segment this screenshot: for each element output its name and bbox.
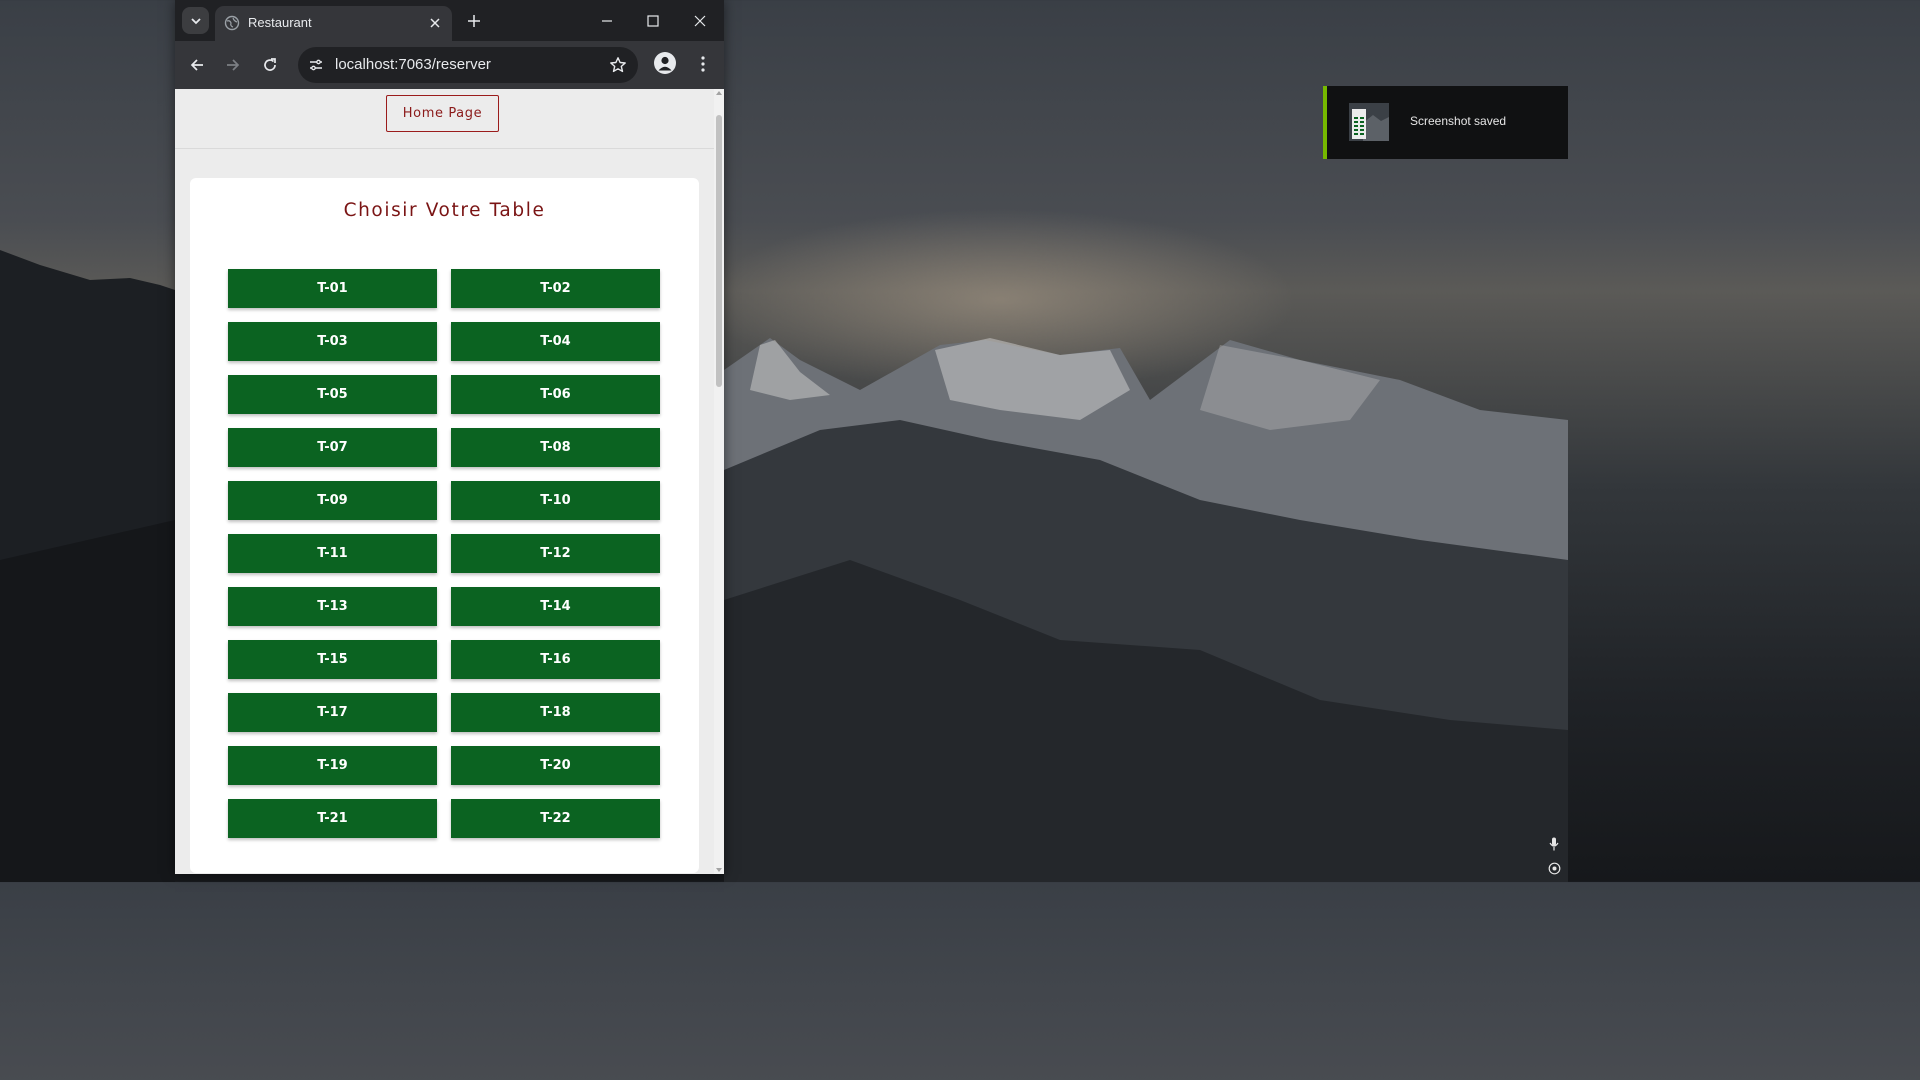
tab-search-button[interactable]	[182, 7, 209, 34]
tab-restaurant[interactable]: Restaurant	[215, 6, 452, 41]
table-button-t-16[interactable]: T-16	[451, 640, 660, 679]
home-page-button[interactable]: Home Page	[386, 95, 499, 132]
table-button-t-07[interactable]: T-07	[228, 428, 437, 467]
browser-window: Restaurant localhost:7063/reserver Home …	[175, 0, 724, 874]
scrollbar-thumb[interactable]	[716, 115, 722, 387]
reload-button[interactable]	[258, 53, 282, 77]
page-viewport: Home Page Choisir Votre Table T-01 T-02 T-…	[175, 89, 724, 874]
reload-icon	[264, 58, 276, 71]
table-grid: T-01 T-02 T-03 T-04 T-05 T-06 T-07 T-08 T-09 T-10…	[228, 269, 660, 838]
header-divider	[175, 148, 714, 149]
url-text: localhost:7063/reserver	[335, 56, 491, 73]
screenshot-notification[interactable]: Screenshot saved	[1323, 86, 1568, 159]
scroll-up-arrow-icon[interactable]	[716, 91, 722, 95]
back-button[interactable]	[185, 53, 209, 77]
bookmark-button[interactable]	[608, 55, 628, 75]
close-window-icon	[694, 15, 706, 27]
table-button-t-08[interactable]: T-08	[451, 428, 660, 467]
table-button-t-10[interactable]: T-10	[451, 481, 660, 520]
profile-icon	[658, 56, 672, 71]
table-button-t-11[interactable]: T-11	[228, 534, 437, 573]
table-button-t-13[interactable]: T-13	[228, 587, 437, 626]
close-icon	[430, 18, 440, 28]
page-scrollbar[interactable]	[714, 89, 724, 874]
table-selection-card: Choisir Votre Table T-01 T-02 T-03 T-04 T-05…	[190, 178, 699, 873]
notification-text: Screenshot saved	[1410, 114, 1507, 128]
table-button-t-18[interactable]: T-18	[451, 693, 660, 732]
close-tab-button[interactable]	[426, 14, 444, 32]
maximize-button[interactable]	[643, 11, 663, 31]
address-bar[interactable]: localhost:7063/reserver	[298, 47, 638, 83]
table-button-t-05[interactable]: T-05	[228, 375, 437, 414]
table-button-t-20[interactable]: T-20	[451, 746, 660, 785]
site-info-button[interactable]	[306, 55, 326, 75]
star-icon	[610, 57, 626, 73]
tab-title: Restaurant	[248, 15, 312, 30]
minimize-button[interactable]	[597, 11, 617, 31]
table-button-t-06[interactable]: T-06	[451, 375, 660, 414]
close-window-button[interactable]	[690, 11, 710, 31]
profile-button[interactable]	[654, 52, 676, 74]
table-button-t-19[interactable]: T-19	[228, 746, 437, 785]
screenshot-thumbnail	[1349, 103, 1389, 141]
tab-search-icon	[190, 17, 201, 24]
tab-bar: Restaurant	[175, 0, 724, 41]
table-button-t-03[interactable]: T-03	[228, 322, 437, 361]
notification-accent-bar	[1323, 86, 1327, 159]
table-button-t-04[interactable]: T-04	[451, 322, 660, 361]
table-button-t-09[interactable]: T-09	[228, 481, 437, 520]
back-icon	[190, 59, 203, 71]
table-button-t-15[interactable]: T-15	[228, 640, 437, 679]
table-button-t-17[interactable]: T-17	[228, 693, 437, 732]
page-title: Choisir Votre Table	[343, 200, 546, 221]
table-button-t-22[interactable]: T-22	[451, 799, 660, 838]
table-button-t-12[interactable]: T-12	[451, 534, 660, 573]
forward-icon	[227, 59, 240, 71]
table-button-t-01[interactable]: T-01	[228, 269, 437, 308]
forward-button[interactable]	[221, 53, 245, 77]
target-icon[interactable]	[1547, 861, 1561, 875]
table-button-t-02[interactable]: T-02	[451, 269, 660, 308]
thumbnail-image-icon	[1349, 103, 1389, 141]
site-info-icon	[310, 59, 322, 71]
table-button-t-21[interactable]: T-21	[228, 799, 437, 838]
table-button-t-14[interactable]: T-14	[451, 587, 660, 626]
plus-icon	[468, 15, 480, 27]
globe-icon	[224, 15, 240, 31]
scroll-down-arrow-icon[interactable]	[716, 868, 722, 872]
maximize-icon	[647, 15, 659, 27]
microphone-icon[interactable]	[1547, 837, 1561, 851]
new-tab-button[interactable]	[464, 11, 484, 31]
more-vert-icon	[701, 56, 705, 72]
minimize-icon	[602, 20, 612, 22]
more-menu-button[interactable]	[693, 53, 713, 75]
browser-toolbar: localhost:7063/reserver	[175, 41, 724, 89]
